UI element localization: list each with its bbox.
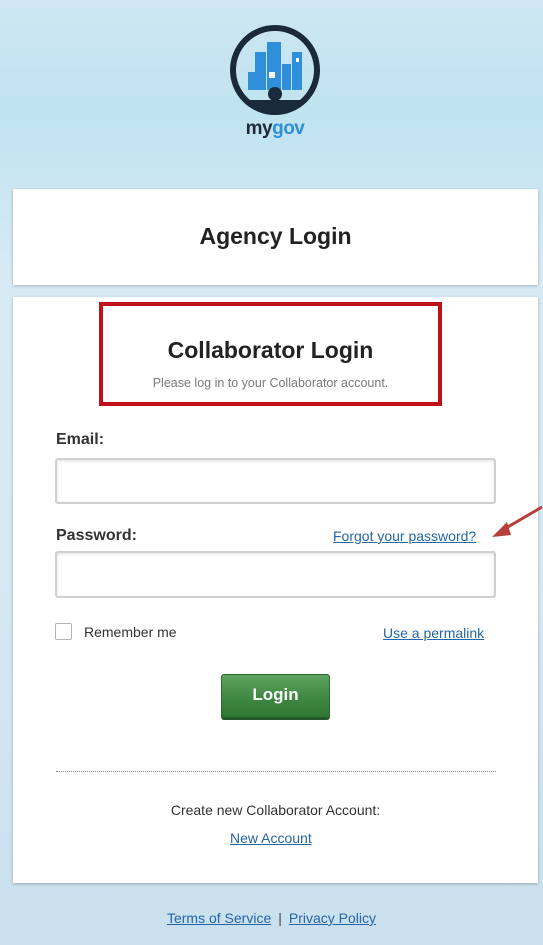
forgot-password-link[interactable]: Forgot your password? (333, 528, 476, 544)
mygov-logo: mygov (225, 22, 325, 142)
login-button[interactable]: Login (221, 674, 330, 720)
logo-my: my (245, 118, 273, 139)
privacy-policy-link[interactable]: Privacy Policy (289, 910, 376, 926)
city-skyline-icon (230, 25, 320, 115)
new-account-link[interactable]: New Account (230, 830, 312, 846)
footer-separator: | (278, 910, 282, 926)
highlight-box: Collaborator Login Please log in to your… (99, 302, 442, 406)
collaborator-login-card: Collaborator Login Please log in to your… (13, 297, 538, 883)
use-permalink-link[interactable]: Use a permalink (383, 625, 484, 641)
logo-wordmark: mygov (225, 118, 325, 140)
collaborator-login-title: Collaborator Login (167, 337, 374, 363)
create-account-prompt: Create new Collaborator Account: (170, 802, 381, 818)
terms-of-service-link[interactable]: Terms of Service (167, 910, 271, 926)
remember-me-label[interactable]: Remember me (84, 624, 177, 640)
agency-login-card[interactable]: Agency Login (13, 189, 538, 285)
password-label: Password: (56, 527, 137, 544)
divider (56, 771, 496, 772)
password-field[interactable] (55, 551, 496, 598)
agency-login-title[interactable]: Agency Login (13, 223, 538, 250)
email-field[interactable] (55, 458, 496, 504)
collaborator-login-subtitle: Please log in to your Collaborator accou… (152, 376, 389, 390)
footer: Terms of Service | Privacy Policy (0, 910, 543, 926)
annotation-arrow-icon (492, 505, 543, 537)
logo-gov: gov (272, 118, 305, 139)
email-label: Email: (56, 431, 105, 448)
remember-me-checkbox[interactable] (55, 623, 72, 640)
